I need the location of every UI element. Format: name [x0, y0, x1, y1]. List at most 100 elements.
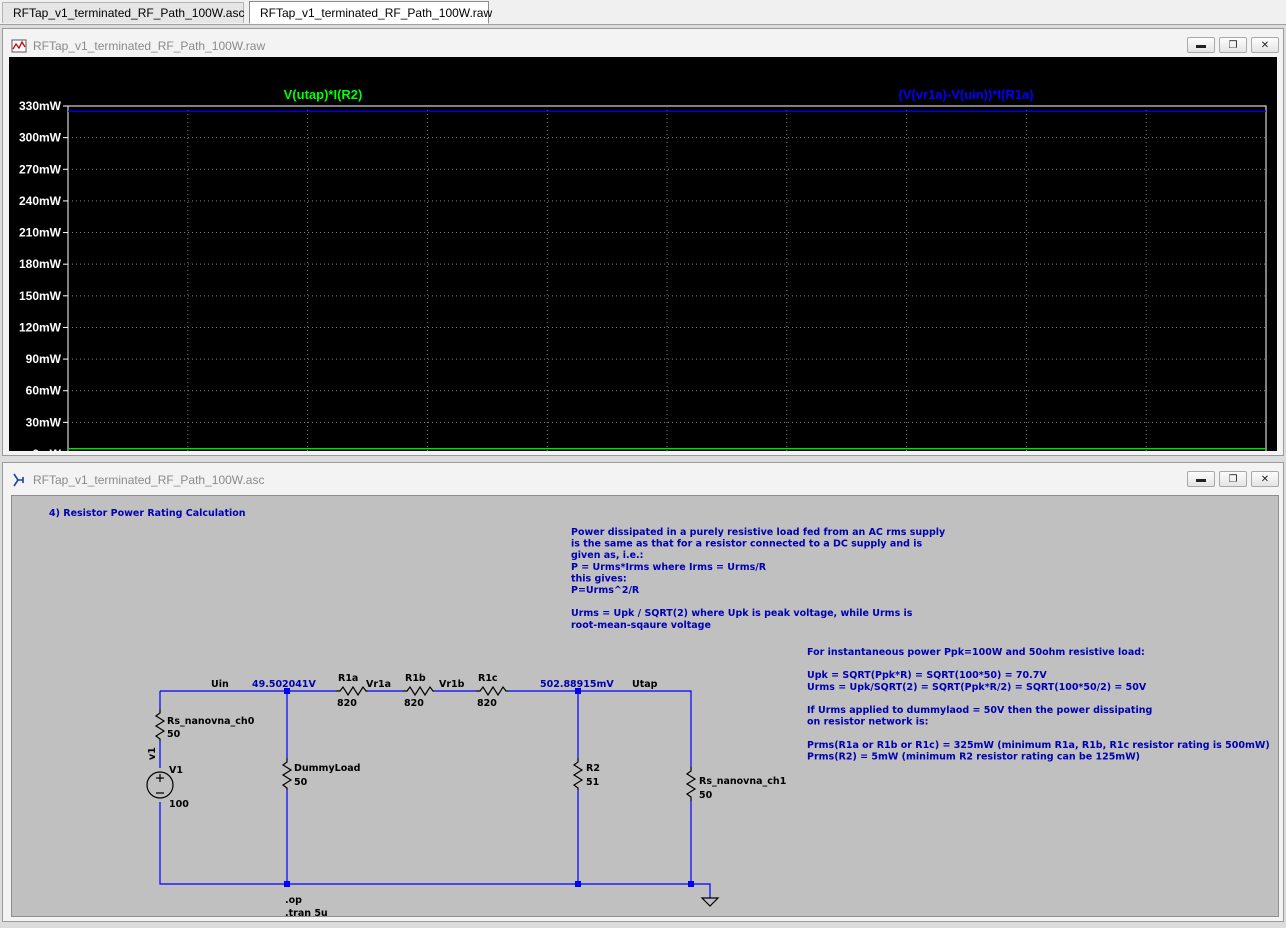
label-r1b-value[interactable]: 820	[404, 698, 424, 709]
schematic-drawing[interactable]: 4) Resistor Power Rating Calculation Pow…	[12, 496, 1278, 916]
resistor-r1b-symbol[interactable]	[403, 685, 434, 697]
net-label-utap[interactable]: Utap	[632, 679, 658, 690]
label-rs1-name[interactable]: Rs_nanovna_ch1	[699, 776, 786, 787]
note-line: root-mean-sqaure voltage	[571, 620, 711, 631]
label-r1c-value[interactable]: 820	[477, 698, 497, 709]
legend-series-green[interactable]: V(utap)*I(R2)	[284, 87, 363, 102]
waveform-plot[interactable]: 0mW 30mW 60mW 90mW 120mW 150mW 180mW 210mW 240mW…	[9, 57, 1277, 475]
resistor-r1c-symbol[interactable]	[476, 685, 508, 697]
schematic-window: RFTap_v1_terminated_RF_Path_100W.asc ▬ ❐…	[2, 462, 1284, 922]
directive-tran[interactable]: .tran 5u	[285, 908, 328, 916]
net-label-uin[interactable]: Uin	[211, 679, 229, 690]
label-r1a-value[interactable]: 820	[337, 698, 357, 709]
label-dummyload-name[interactable]: DummyLoad	[294, 763, 360, 774]
resistor-r1a-symbol[interactable]	[336, 685, 368, 697]
note-line: Prms(R2) = 5mW (minimum R2 resistor rati…	[807, 751, 1140, 762]
close-icon: ✕	[1260, 473, 1270, 485]
tab-waveform-label: RFTap_v1_terminated_RF_Path_100W.raw	[260, 5, 493, 20]
label-r1b-name[interactable]: R1b	[405, 673, 426, 684]
wire-ground-bus[interactable]	[159, 802, 691, 885]
tab-schematic-label: RFTap_v1_terminated_RF_Path_100W.asc	[13, 6, 245, 20]
minimize-button[interactable]: ▬	[1187, 37, 1215, 53]
resistor-r2-symbol[interactable]	[572, 758, 584, 790]
label-v1-name[interactable]: V1	[169, 765, 183, 776]
y-tick-label: 30mW	[26, 415, 62, 429]
note-line: given as, i.e.:	[571, 550, 643, 561]
y-tick-label: 90mW	[26, 352, 62, 366]
restore-icon: ❐	[1228, 473, 1238, 485]
label-v1-value[interactable]: 100	[169, 799, 189, 810]
note-power-dissipation[interactable]: Power dissipated in a purely resistive l…	[571, 527, 946, 631]
minimize-button[interactable]: ▬	[1187, 471, 1215, 487]
note-line	[807, 693, 810, 704]
label-rs0-value[interactable]: 50	[167, 729, 181, 740]
note-line: this gives:	[571, 573, 627, 584]
note-line: Prms(R1a or R1b or R1c) = 325mW (minimum…	[807, 740, 1270, 751]
y-tick-label: 150mW	[19, 289, 62, 303]
ground-icon[interactable]	[700, 897, 720, 907]
y-tick-label: 180mW	[19, 257, 62, 271]
note-line: P=Urms^2/R	[571, 585, 640, 596]
schematic-window-title: RFTap_v1_terminated_RF_Path_100W.asc	[33, 473, 265, 487]
note-line: on resistor network is:	[807, 717, 928, 728]
note-line: P = Urms*Irms where Irms = Urms/R	[571, 562, 767, 573]
net-voltage-uin[interactable]: 49.502041V	[252, 679, 316, 690]
note-instantaneous-power[interactable]: For instantaneous power Ppk=100W and 50o…	[807, 647, 1270, 762]
directive-op[interactable]: .op	[285, 895, 302, 906]
label-rs1-value[interactable]: 50	[699, 790, 713, 801]
tab-waveform[interactable]: RFTap_v1_terminated_RF_Path_100W.raw	[249, 1, 493, 24]
label-r1c-name[interactable]: R1c	[478, 673, 498, 684]
note-line	[571, 597, 574, 608]
net-label-v1[interactable]: v1	[147, 747, 158, 760]
y-tick-label: 0mW	[32, 447, 61, 451]
waveform-chart[interactable]: 0mW 30mW 60mW 90mW 120mW 150mW 180mW 210mW 240mW…	[9, 57, 1277, 475]
wire-utap[interactable]	[508, 690, 692, 767]
minimize-icon: ▬	[1196, 39, 1206, 51]
schematic-window-titlebar[interactable]: RFTap_v1_terminated_RF_Path_100W.asc	[3, 463, 1283, 497]
note-line: Upk = SQRT(Ppk*R) = SQRT(100*50) = 70.7V	[807, 670, 1047, 681]
close-button[interactable]: ✕	[1251, 471, 1279, 487]
note-line: Urms = Upk / SQRT(2) where Upk is peak v…	[571, 608, 913, 619]
junctions	[284, 688, 694, 887]
y-tick-label: 240mW	[19, 194, 62, 208]
note-line: is the same as that for a resistor conne…	[571, 539, 922, 550]
schematic-window-controls: ▬ ❐ ✕	[1187, 471, 1279, 487]
junction-gnd-r2	[575, 881, 581, 887]
schematic-canvas[interactable]: 4) Resistor Power Rating Calculation Pow…	[11, 495, 1279, 917]
note-line: Urms = Upk/SQRT(2) = SQRT(Ppk*R/2) = SQR…	[807, 682, 1147, 693]
y-tick-label: 210mW	[19, 226, 62, 240]
resistor-rs0-symbol[interactable]	[154, 709, 166, 741]
restore-button[interactable]: ❐	[1219, 37, 1247, 53]
note-line: For instantaneous power Ppk=100W and 50o…	[807, 647, 1145, 658]
minimize-icon: ▬	[1196, 473, 1206, 485]
close-icon: ✕	[1260, 39, 1270, 51]
resistor-dummyload-symbol[interactable]	[281, 758, 293, 790]
close-button[interactable]: ✕	[1251, 37, 1279, 53]
tab-schematic[interactable]: RFTap_v1_terminated_RF_Path_100W.asc	[2, 2, 244, 23]
legend-series-blue[interactable]: (V(vr1a)-V(uin))*I(R1a)	[898, 87, 1033, 102]
document-tab-bar: RFTap_v1_terminated_RF_Path_100W.asc RFT…	[0, 0, 1286, 25]
schematic-icon	[13, 473, 24, 487]
label-r1a-name[interactable]: R1a	[338, 673, 358, 684]
label-rs0-name[interactable]: Rs_nanovna_ch0	[167, 716, 255, 727]
junction-gnd-dummy	[284, 881, 290, 887]
waveform-window: RFTap_v1_terminated_RF_Path_100W.raw ▬ ❐…	[2, 28, 1284, 475]
waveform-icon	[11, 39, 27, 53]
voltage-source-polarity-icon	[156, 774, 164, 794]
y-tick-label: 330mW	[19, 99, 62, 113]
label-dummyload-value[interactable]: 50	[294, 777, 308, 788]
net-voltage-utap[interactable]: 502.88915mV	[540, 679, 614, 690]
net-label-vr1b[interactable]: Vr1b	[439, 679, 465, 690]
restore-icon: ❐	[1228, 39, 1238, 51]
junction-gnd-rs1	[688, 881, 694, 887]
note-line: If Urms applied to dummylaod = 50V then …	[807, 705, 1152, 716]
y-tick-label: 120mW	[19, 320, 62, 334]
waveform-window-title: RFTap_v1_terminated_RF_Path_100W.raw	[33, 39, 266, 53]
net-label-vr1a[interactable]: Vr1a	[366, 679, 391, 690]
waveform-window-controls: ▬ ❐ ✕	[1187, 37, 1279, 53]
label-r2-name[interactable]: R2	[586, 763, 600, 774]
resistor-rs1-symbol[interactable]	[685, 767, 697, 801]
schematic-heading[interactable]: 4) Resistor Power Rating Calculation	[49, 508, 246, 519]
restore-button[interactable]: ❐	[1219, 471, 1247, 487]
label-r2-value[interactable]: 51	[586, 777, 599, 788]
